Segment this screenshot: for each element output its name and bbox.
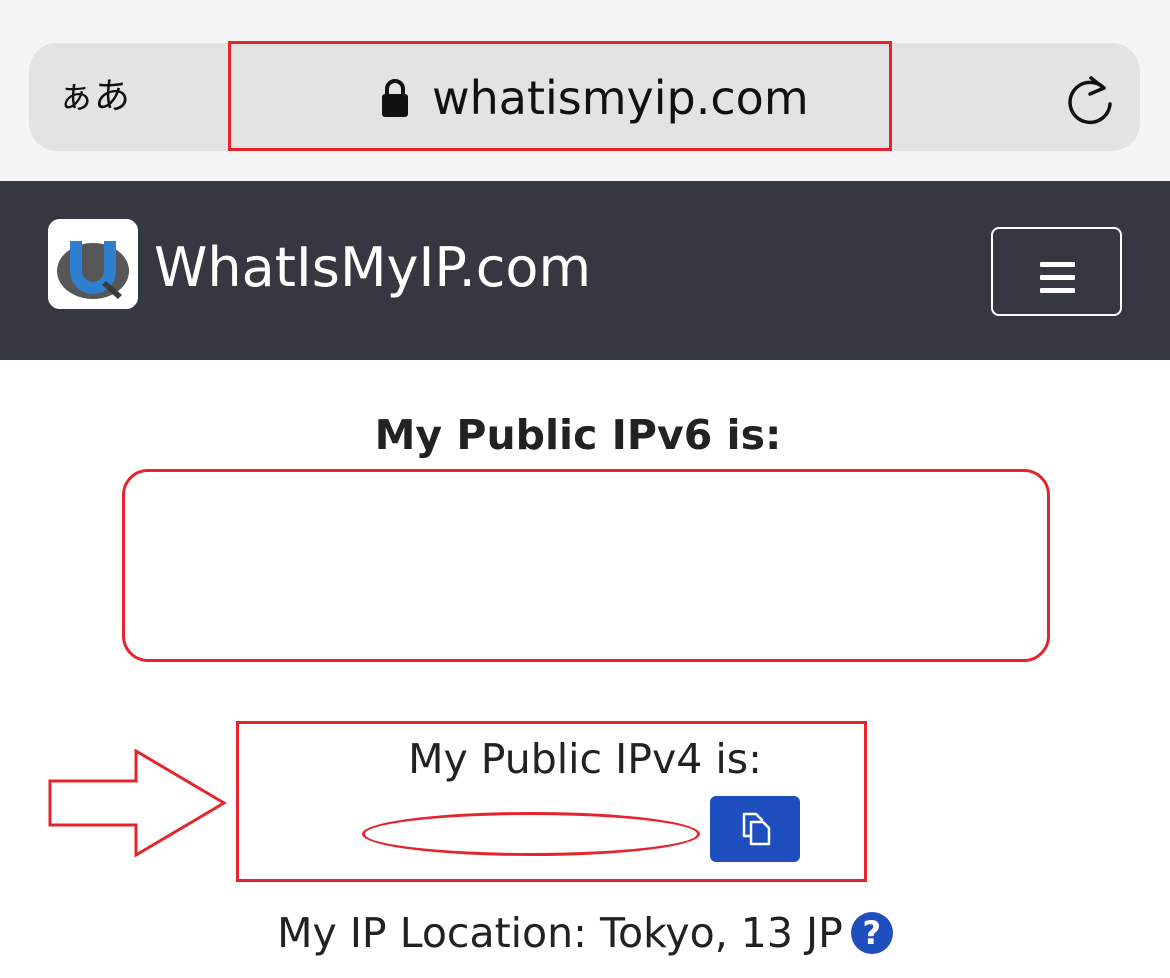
- hamburger-menu-icon: [1040, 262, 1075, 267]
- ipv4-redacted-oval: [362, 812, 700, 856]
- ipv6-redacted-box: [122, 469, 1050, 662]
- hamburger-bar-bottom: [1040, 288, 1075, 293]
- right-arrow-icon: [48, 749, 227, 857]
- copy-icon: [742, 812, 771, 846]
- copy-ip-button[interactable]: [710, 796, 800, 862]
- ipv6-heading: My Public IPv6 is:: [374, 411, 782, 459]
- url-highlight-box: [228, 41, 892, 151]
- whatismyip-logo[interactable]: [48, 219, 138, 309]
- ip-location-text: My IP Location: Tokyo, 13 JP: [277, 909, 843, 957]
- ipv4-heading: My Public IPv4 is:: [408, 735, 762, 783]
- text-size-button[interactable]: ぁあ: [58, 72, 130, 122]
- help-icon[interactable]: ?: [850, 912, 893, 954]
- ip-location-row: My IP Location: Tokyo, 13 JP?: [0, 903, 1170, 963]
- reload-icon[interactable]: [1064, 70, 1116, 126]
- hamburger-menu-button[interactable]: [991, 227, 1122, 316]
- logo-mark-icon: [48, 219, 138, 309]
- site-name-link[interactable]: WhatIsMyIP.com: [154, 236, 591, 300]
- hamburger-bar-middle: [1040, 275, 1075, 280]
